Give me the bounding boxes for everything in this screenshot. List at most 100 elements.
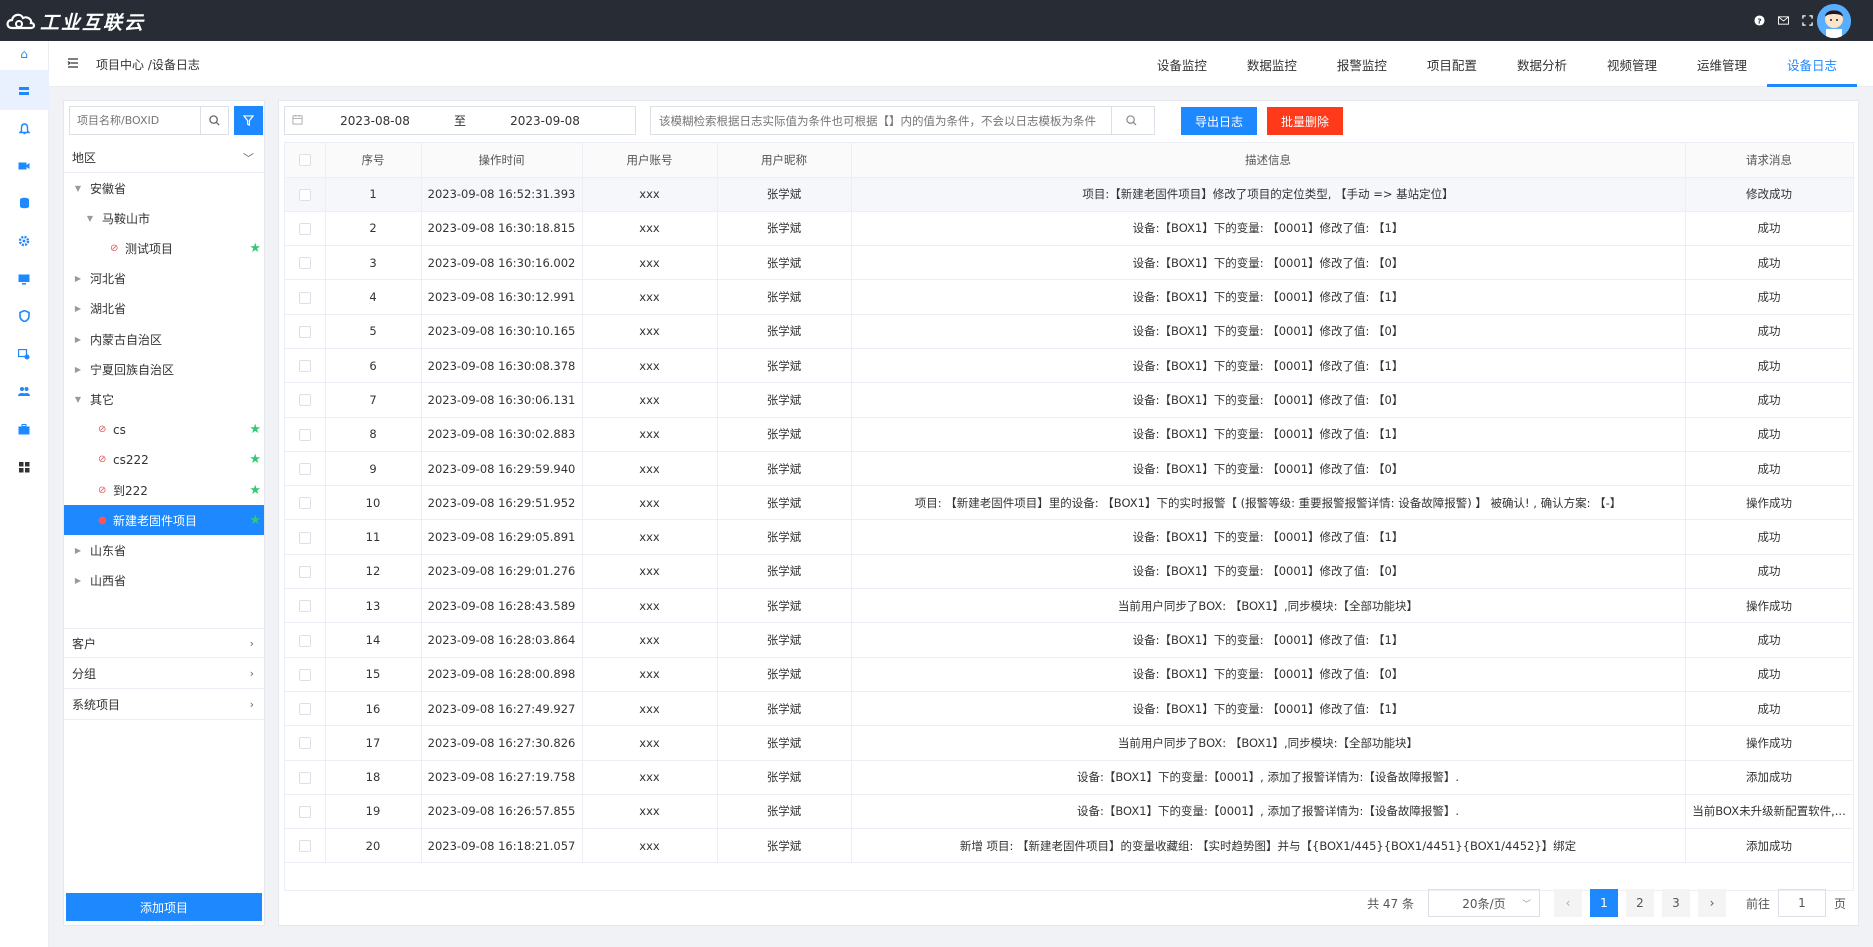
menu-toggle-icon[interactable] (67, 57, 79, 69)
row-checkbox[interactable] (285, 725, 326, 761)
tree-leaf-project[interactable]: ⊘ 到222 ★ (64, 475, 264, 505)
table-row[interactable]: 15 2023-09-08 16:28:00.898 xxx 张学斌 设备:【BOX1】… (285, 657, 1853, 692)
page-size-select[interactable]: 20条/页 ﹀ (1427, 889, 1540, 917)
caret-right-icon[interactable]: ▶ (72, 274, 84, 283)
project-search-input[interactable] (70, 107, 200, 134)
page-2-button[interactable]: 2 (1625, 889, 1654, 917)
fullscreen-icon[interactable] (1801, 14, 1813, 26)
row-checkbox[interactable] (285, 485, 326, 521)
table-row[interactable]: 12 2023-09-08 16:29:01.276 xxx 张学斌 设备:【BOX1】… (285, 554, 1853, 590)
tab-video-manage[interactable]: 视频管理 (1587, 41, 1677, 87)
table-row[interactable]: 6 2023-09-08 16:30:08.378 xxx 张学斌 设备:【BOX1】下… (285, 348, 1853, 384)
settings-icon[interactable] (17, 234, 31, 248)
favorite-star-icon[interactable]: ★ (249, 513, 261, 528)
row-checkbox[interactable] (285, 211, 326, 247)
log-search-input[interactable] (651, 107, 1111, 134)
caret-down-icon[interactable]: ▼ (84, 214, 96, 223)
tab-device-monitor[interactable]: 设备监控 (1137, 41, 1227, 87)
video-icon[interactable] (17, 159, 31, 173)
date-range-picker[interactable]: 2023-08-08 至 2023-09-08 (284, 106, 636, 135)
database-icon[interactable] (17, 196, 31, 210)
tree-leaf-project[interactable]: ⊘ cs222 ★ (64, 445, 264, 475)
table-row[interactable]: 18 2023-09-08 16:27:19.758 xxx 张学斌 设备:【BOX1】… (285, 760, 1853, 795)
briefcase-icon[interactable] (17, 422, 31, 436)
row-checkbox[interactable] (285, 794, 326, 830)
prev-page-button[interactable]: ‹ (1553, 889, 1582, 917)
page-3-button[interactable]: 3 (1661, 889, 1690, 917)
table-row[interactable]: 13 2023-09-08 16:28:43.589 xxx 张学斌 当前用户同步了BO… (285, 588, 1853, 624)
table-row[interactable]: 14 2023-09-08 16:28:03.864 xxx 张学斌 设备:【BOX1】… (285, 622, 1853, 658)
row-checkbox[interactable] (285, 657, 326, 692)
caret-right-icon[interactable]: ▶ (72, 546, 84, 555)
tree-node-region[interactable]: ▼ 其它 (64, 384, 264, 414)
logo[interactable]: 工业互联云 (4, 8, 145, 34)
users-icon[interactable] (17, 384, 31, 398)
row-checkbox[interactable] (285, 382, 326, 418)
export-log-button[interactable]: 导出日志 (1181, 107, 1257, 135)
search-icon[interactable] (200, 107, 228, 134)
row-checkbox[interactable] (285, 760, 326, 795)
next-page-button[interactable]: › (1697, 889, 1726, 917)
chart-icon[interactable] (17, 347, 31, 361)
table-row[interactable]: 8 2023-09-08 16:30:02.883 xxx 张学斌 设备:【BOX1】下… (285, 417, 1853, 452)
table-row[interactable]: 19 2023-09-08 16:26:57.855 xxx 张学斌 设备:【BOX1】… (285, 794, 1853, 830)
row-checkbox[interactable] (285, 177, 326, 212)
table-row[interactable]: 4 2023-09-08 16:30:12.991 xxx 张学斌 设备:【BOX1】下… (285, 279, 1853, 315)
row-checkbox[interactable] (285, 279, 326, 315)
favorite-star-icon[interactable]: ★ (249, 483, 261, 498)
section-system-project[interactable]: 系统项目 › (64, 690, 264, 720)
row-checkbox[interactable] (285, 588, 326, 624)
tab-alarm-monitor[interactable]: 报警监控 (1317, 41, 1407, 87)
section-group[interactable]: 分组 › (64, 659, 264, 689)
table-row[interactable]: 7 2023-09-08 16:30:06.131 xxx 张学斌 设备:【BOX1】下… (285, 382, 1853, 418)
grid-icon[interactable] (17, 460, 31, 474)
tab-project-config[interactable]: 项目配置 (1407, 41, 1497, 87)
row-checkbox[interactable] (285, 348, 326, 384)
row-checkbox[interactable] (285, 691, 326, 727)
tree-node-region[interactable]: ▶ 湖北省 (64, 294, 264, 324)
section-customer[interactable]: 客户 › (64, 628, 264, 658)
tree-leaf-project[interactable]: ● 新建老固件项目 ★ (64, 505, 264, 536)
tree-node-region[interactable]: ▼ 马鞍山市 (64, 203, 264, 233)
tab-data-analysis[interactable]: 数据分析 (1497, 41, 1587, 87)
caret-right-icon[interactable]: ▶ (72, 576, 84, 585)
select-all-checkbox[interactable] (285, 143, 326, 178)
page-1-button[interactable]: 1 (1589, 889, 1618, 917)
tree-node-region[interactable]: ▶ 河北省 (64, 264, 264, 294)
caret-right-icon[interactable]: ▶ (72, 335, 84, 344)
tree-leaf-project[interactable]: ⊘ 测试项目 ★ (64, 233, 264, 263)
favorite-star-icon[interactable]: ★ (249, 241, 261, 256)
favorite-star-icon[interactable]: ★ (249, 422, 261, 437)
help-icon[interactable]: ? (1753, 14, 1765, 26)
table-row[interactable]: 9 2023-09-08 16:29:59.940 xxx 张学斌 设备:【BOX1】下… (285, 451, 1853, 487)
favorite-star-icon[interactable]: ★ (249, 452, 261, 467)
table-row[interactable]: 3 2023-09-08 16:30:16.002 xxx 张学斌 设备:【BOX1】下… (285, 245, 1853, 281)
tree-node-region[interactable]: ▶ 山东省 (64, 535, 264, 565)
tree-node-region[interactable]: ▶ 内蒙古自治区 (64, 324, 264, 354)
table-row[interactable]: 11 2023-09-08 16:29:05.891 xxx 张学斌 设备:【BOX1】… (285, 519, 1853, 555)
tree-node-region[interactable]: ▶ 宁夏回族自治区 (64, 354, 264, 384)
tab-device-log[interactable]: 设备日志 (1766, 41, 1858, 87)
table-row[interactable]: 20 2023-09-08 16:18:21.057 xxx 张学斌 新增 项目: 【新… (285, 828, 1853, 864)
caret-right-icon[interactable]: ▶ (72, 304, 84, 313)
row-checkbox[interactable] (285, 554, 326, 590)
tree-leaf-project[interactable]: ⊘ cs ★ (64, 415, 264, 445)
table-row[interactable]: 1 2023-09-08 16:52:31.393 xxx 张学斌 项目:【新建老固件项… (285, 177, 1853, 212)
table-row[interactable]: 10 2023-09-08 16:29:51.952 xxx 张学斌 项目: 【新建老固… (285, 485, 1853, 521)
filter-icon[interactable] (234, 106, 263, 135)
caret-down-icon[interactable]: ▼ (72, 395, 84, 404)
tree-node-region[interactable]: ▶ 山西省 (64, 566, 264, 596)
table-row[interactable]: 16 2023-09-08 16:27:49.927 xxx 张学斌 设备:【BOX1】… (285, 691, 1853, 727)
layers-icon[interactable] (17, 84, 31, 98)
row-checkbox[interactable] (285, 519, 326, 555)
row-checkbox[interactable] (285, 314, 326, 349)
home-icon[interactable]: ⌂ (17, 47, 31, 61)
tab-ops-manage[interactable]: 运维管理 (1677, 41, 1767, 87)
tree-node-region[interactable]: ▼ 安徽省 (64, 173, 264, 203)
table-row[interactable]: 17 2023-09-08 16:27:30.826 xxx 张学斌 当前用户同步了BO… (285, 725, 1853, 761)
shield-icon[interactable] (17, 309, 31, 323)
table-row[interactable]: 5 2023-09-08 16:30:10.165 xxx 张学斌 设备:【BOX1】下… (285, 314, 1853, 349)
row-checkbox[interactable] (285, 417, 326, 452)
batch-delete-button[interactable]: 批量删除 (1267, 107, 1343, 135)
add-project-button[interactable]: 添加项目 (66, 893, 262, 921)
